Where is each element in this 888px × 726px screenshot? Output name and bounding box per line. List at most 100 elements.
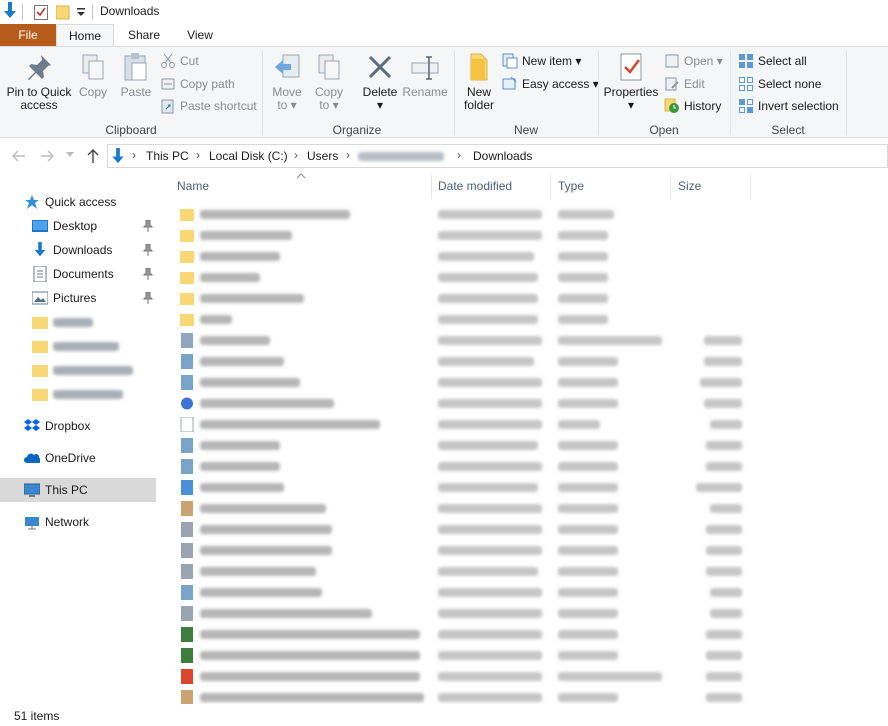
file-row[interactable] — [176, 666, 746, 687]
nav-pinned-folder[interactable] — [0, 358, 156, 382]
file-row[interactable] — [176, 204, 746, 225]
pin-to-quick-access-button[interactable]: Pin to Quick access — [4, 51, 74, 112]
file-row[interactable] — [176, 540, 746, 561]
open-button[interactable]: Open ▾ — [664, 51, 723, 71]
address-bar[interactable]: › This PC › Local Disk (C:) › Users › › … — [107, 144, 888, 168]
pin-icon[interactable] — [143, 292, 153, 304]
back-arrow-icon[interactable] — [12, 149, 26, 163]
breadcrumb-chevron-icon[interactable]: › — [457, 148, 461, 162]
nav-this-pc[interactable]: This PC — [0, 478, 156, 502]
pin-icon[interactable] — [143, 244, 153, 256]
file-row[interactable] — [176, 414, 746, 435]
edit-button[interactable]: Edit — [664, 74, 705, 94]
file-row[interactable] — [176, 477, 746, 498]
file-row[interactable] — [176, 456, 746, 477]
tab-home[interactable]: Home — [56, 24, 114, 47]
breadcrumb-downloads[interactable]: Downloads — [473, 149, 532, 163]
redacted-name — [200, 420, 380, 429]
redacted-name — [200, 336, 270, 345]
nav-pictures[interactable]: Pictures — [0, 286, 156, 310]
copy-path-button[interactable]: Copy path — [160, 74, 235, 94]
nav-pinned-folder[interactable] — [0, 382, 156, 406]
column-header-name[interactable]: Name — [171, 172, 431, 200]
recent-locations-chevron-icon[interactable] — [66, 152, 74, 158]
file-row[interactable] — [176, 519, 746, 540]
properties-checkbox-icon[interactable] — [34, 4, 48, 20]
nav-dropbox-label: Dropbox — [45, 419, 91, 433]
select-none-button[interactable]: Select none — [738, 74, 821, 94]
breadcrumb-username-redacted[interactable] — [358, 152, 444, 161]
file-row[interactable] — [176, 645, 746, 666]
breadcrumb-users[interactable]: Users — [307, 149, 338, 163]
tab-view[interactable]: View — [176, 24, 224, 46]
nav-onedrive[interactable]: OneDrive — [0, 446, 156, 470]
new-folder-button[interactable]: New folder — [460, 51, 498, 112]
file-row[interactable] — [176, 351, 746, 372]
file-row[interactable] — [176, 624, 746, 645]
nav-pinned-folder[interactable] — [0, 310, 156, 334]
file-row[interactable] — [176, 582, 746, 603]
column-divider[interactable] — [750, 175, 751, 199]
column-divider[interactable] — [670, 175, 671, 199]
invert-selection-icon — [738, 98, 754, 114]
delete-button[interactable]: Delete ▾ — [360, 51, 400, 112]
column-header-size[interactable]: Size — [672, 172, 750, 200]
file-row[interactable] — [176, 393, 746, 414]
pin-icon[interactable] — [143, 268, 153, 280]
file-row[interactable] — [176, 267, 746, 288]
file-row[interactable] — [176, 225, 746, 246]
nav-desktop[interactable]: Desktop — [0, 214, 156, 238]
breadcrumb-chevron-icon[interactable]: › — [132, 148, 136, 162]
nav-documents[interactable]: Documents — [0, 262, 156, 286]
select-all-button[interactable]: Select all — [738, 51, 807, 71]
nav-quick-access[interactable]: Quick access — [0, 190, 156, 214]
file-row[interactable] — [176, 288, 746, 309]
copy-to-button[interactable]: Copy to ▾ — [310, 51, 348, 112]
paste-shortcut-button[interactable]: Paste shortcut — [160, 96, 257, 116]
column-divider[interactable] — [550, 175, 551, 199]
tab-share[interactable]: Share — [118, 24, 170, 46]
file-row[interactable] — [176, 498, 746, 519]
file-row[interactable] — [176, 309, 746, 330]
history-button[interactable]: History — [664, 96, 721, 116]
breadcrumb-local-disk[interactable]: Local Disk (C:) — [209, 149, 288, 163]
paste-button[interactable]: Paste — [116, 51, 156, 99]
column-header-type[interactable]: Type — [552, 172, 670, 200]
file-row[interactable] — [176, 603, 746, 624]
nav-dropbox[interactable]: Dropbox — [0, 414, 156, 438]
new-folder-qat-icon[interactable] — [56, 4, 70, 20]
organize-group-label: Organize — [332, 123, 382, 137]
up-arrow-icon[interactable] — [86, 148, 100, 164]
column-header-date[interactable]: Date modified — [432, 172, 550, 200]
pin-icon[interactable] — [143, 220, 153, 232]
file-row[interactable] — [176, 561, 746, 582]
breadcrumb-this-pc[interactable]: This PC — [146, 149, 189, 163]
downloads-arrow-icon[interactable] — [2, 2, 18, 20]
delete-dropdown-arrow-icon: ▾ — [376, 98, 384, 112]
new-item-button[interactable]: New item ▾ — [502, 51, 581, 71]
breadcrumb-chevron-icon[interactable]: › — [346, 148, 350, 162]
file-row[interactable] — [176, 246, 746, 267]
tab-file[interactable]: File — [0, 24, 56, 46]
properties-button[interactable]: Properties ▾ — [602, 51, 660, 112]
breadcrumb-chevron-icon[interactable]: › — [196, 148, 200, 162]
redacted-type — [558, 504, 618, 513]
nav-pinned-folder[interactable] — [0, 334, 156, 358]
nav-downloads[interactable]: Downloads — [0, 238, 156, 262]
pin-label-line2: access — [20, 98, 58, 112]
redacted-name — [200, 252, 280, 261]
copy-button[interactable]: Copy — [76, 51, 110, 99]
file-icon — [180, 648, 194, 663]
invert-selection-button[interactable]: Invert selection — [738, 96, 839, 116]
file-row[interactable] — [176, 372, 746, 393]
cut-button[interactable]: Cut — [160, 51, 199, 71]
move-to-button[interactable]: Move to ▾ — [268, 51, 306, 112]
nav-network[interactable]: Network — [0, 510, 156, 534]
forward-arrow-icon[interactable] — [40, 149, 54, 163]
rename-button[interactable]: Rename — [402, 51, 448, 99]
file-row[interactable] — [176, 435, 746, 456]
file-row[interactable] — [176, 330, 746, 351]
easy-access-button[interactable]: Easy access ▾ — [502, 74, 599, 94]
breadcrumb-chevron-icon[interactable]: › — [294, 148, 298, 162]
customize-qat-chevron-icon[interactable] — [76, 6, 86, 18]
